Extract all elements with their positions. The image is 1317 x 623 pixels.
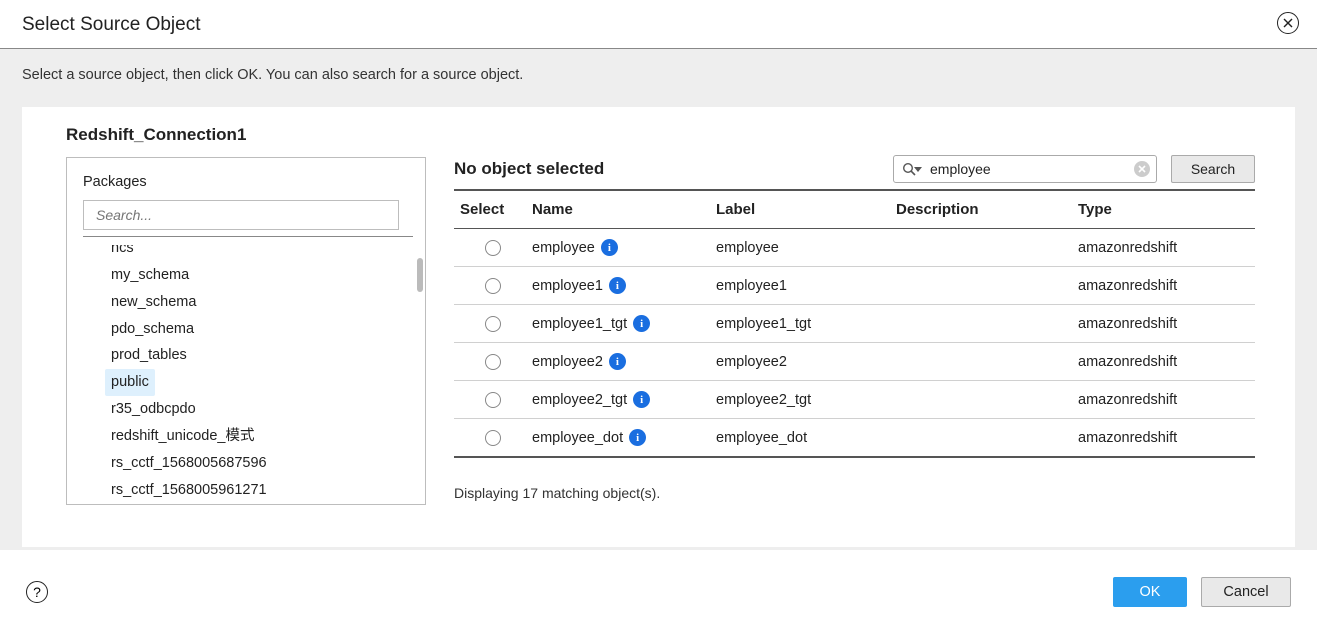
th-description: Description xyxy=(896,201,1078,218)
package-item[interactable]: rs_cctf_1568006388477 xyxy=(105,503,273,505)
row-type: amazonredshift xyxy=(1078,278,1238,294)
table-row[interactable]: employee1 i employee1 amazonredshift xyxy=(454,267,1255,304)
table-row[interactable]: employee_dot i employee_dot amazonredshift xyxy=(454,419,1255,456)
dialog-footer: ? OK Cancel xyxy=(0,561,1317,623)
select-radio[interactable] xyxy=(485,430,501,446)
row-label: employee_dot xyxy=(716,430,896,446)
objects-panel: No object selected Search xyxy=(454,157,1255,505)
packages-label: Packages xyxy=(83,174,417,190)
main-panel: Redshift_Connection1 Packages ncsmy_sche… xyxy=(22,107,1295,547)
object-search-box[interactable] xyxy=(893,155,1157,183)
row-label: employee2_tgt xyxy=(716,392,896,408)
table-body: employeeiemployeeamazonredshiftemployee1… xyxy=(454,229,1255,456)
dialog-title: Select Source Object xyxy=(22,14,200,36)
package-item[interactable]: r35_odbcpdo xyxy=(105,396,202,423)
info-icon[interactable]: i xyxy=(633,391,650,408)
package-item[interactable]: new_schema xyxy=(105,289,202,316)
row-name: employee1_tgt xyxy=(532,316,627,332)
th-name: Name xyxy=(532,201,716,218)
cancel-button[interactable]: Cancel xyxy=(1201,577,1291,607)
row-type: amazonredshift xyxy=(1078,354,1238,370)
table-row[interactable]: employee2_tgt i employee2_tgt amazonredshif… xyxy=(454,381,1255,418)
dialog-instruction: Select a source object, then click OK. Y… xyxy=(22,67,1295,83)
packages-scrollbar[interactable] xyxy=(417,258,423,292)
ok-button[interactable]: OK xyxy=(1113,577,1187,607)
row-name: employee_dot xyxy=(532,430,623,446)
select-radio[interactable] xyxy=(485,354,501,370)
info-icon[interactable]: i xyxy=(609,277,626,294)
select-radio[interactable] xyxy=(485,392,501,408)
row-name: employee xyxy=(532,240,595,256)
selection-status: No object selected xyxy=(454,159,604,179)
clear-search-icon[interactable] xyxy=(1134,161,1150,177)
row-label: employee2 xyxy=(716,354,896,370)
close-icon[interactable] xyxy=(1277,12,1299,34)
objects-table: Select Name Label Description Type emplo… xyxy=(454,189,1255,473)
row-type: amazonredshift xyxy=(1078,430,1238,446)
table-row[interactable]: employee2 i employee2 amazonredshift xyxy=(454,343,1255,380)
table-row[interactable]: employee i employee amazonredshift xyxy=(454,229,1255,266)
th-type: Type xyxy=(1078,201,1238,218)
info-icon[interactable]: i xyxy=(609,353,626,370)
row-label: employee xyxy=(716,240,896,256)
package-item[interactable]: my_schema xyxy=(105,262,195,289)
select-radio[interactable] xyxy=(485,240,501,256)
dialog-body: Select a source object, then click OK. Y… xyxy=(0,49,1317,550)
package-item[interactable]: ncs xyxy=(105,245,140,262)
select-source-dialog: Select Source Object Select a source obj… xyxy=(0,0,1317,623)
table-row[interactable]: employee1_tgt i employee1_tgt amazonredshif… xyxy=(454,305,1255,342)
package-item[interactable]: pdo_schema xyxy=(105,316,200,343)
th-label: Label xyxy=(716,201,896,218)
package-item[interactable]: rs_cctf_1568005961271 xyxy=(105,477,273,504)
package-item[interactable]: redshift_unicode_模式 xyxy=(105,423,260,450)
row-type: amazonredshift xyxy=(1078,392,1238,408)
object-search-input[interactable] xyxy=(924,161,1134,177)
info-icon[interactable]: i xyxy=(629,429,646,446)
row-type: amazonredshift xyxy=(1078,316,1238,332)
th-select: Select xyxy=(454,201,532,218)
row-name: employee1 xyxy=(532,278,603,294)
packages-search-input[interactable] xyxy=(83,200,399,230)
row-type: amazonredshift xyxy=(1078,240,1238,256)
package-item[interactable]: rs_cctf_1568005687596 xyxy=(105,450,273,477)
select-radio[interactable] xyxy=(485,278,501,294)
divider xyxy=(83,236,413,237)
package-item[interactable]: prod_tables xyxy=(105,342,193,369)
row-name: employee2_tgt xyxy=(532,392,627,408)
row-label: employee1_tgt xyxy=(716,316,896,332)
row-label: employee1 xyxy=(716,278,896,294)
results-count: Displaying 17 matching object(s). xyxy=(454,485,1255,501)
packages-panel: Packages ncsmy_schemanew_schemapdo_schem… xyxy=(66,157,426,505)
select-radio[interactable] xyxy=(485,316,501,332)
table-header-row: Select Name Label Description Type xyxy=(454,191,1255,228)
dialog-header: Select Source Object xyxy=(0,0,1317,49)
search-button[interactable]: Search xyxy=(1171,155,1255,183)
packages-list[interactable]: ncsmy_schemanew_schemapdo_schemaprod_tab… xyxy=(83,245,417,505)
row-name: employee2 xyxy=(532,354,603,370)
chevron-down-icon[interactable] xyxy=(914,167,922,172)
connection-title: Redshift_Connection1 xyxy=(66,125,1255,145)
info-icon[interactable]: i xyxy=(633,315,650,332)
help-icon[interactable]: ? xyxy=(26,581,48,603)
package-item[interactable]: public xyxy=(105,369,155,396)
info-icon[interactable]: i xyxy=(601,239,618,256)
